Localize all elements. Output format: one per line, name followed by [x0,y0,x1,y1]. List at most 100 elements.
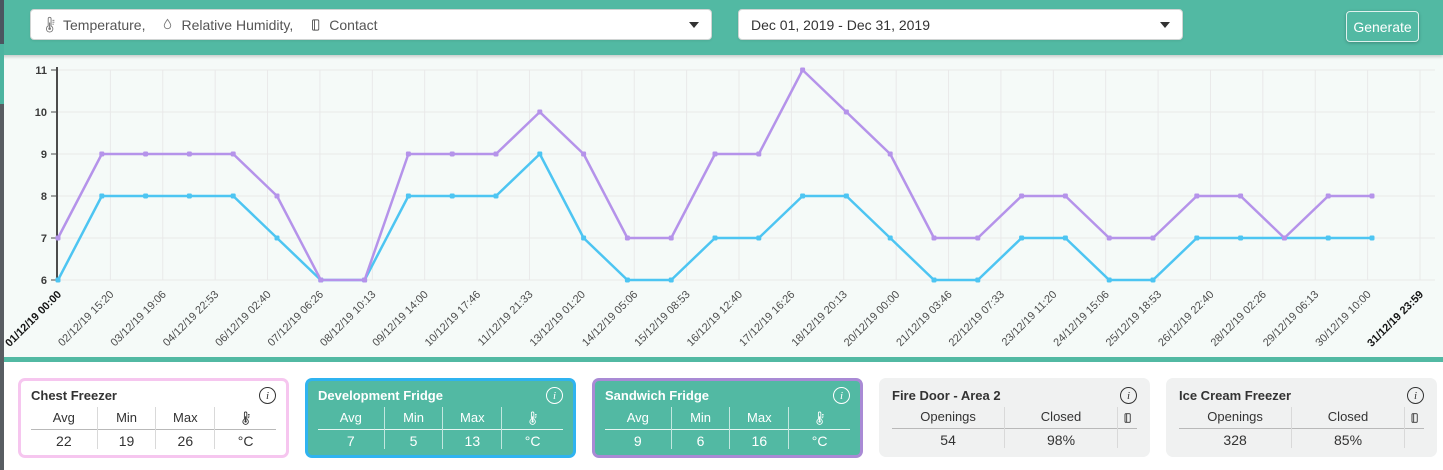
chevron-down-icon [689,22,699,28]
value-unit [1117,428,1137,448]
svg-text:8: 8 [41,191,47,203]
svg-text:18/12/19 20:13: 18/12/19 20:13 [789,289,849,349]
svg-text:28/12/19 02:26: 28/12/19 02:26 [1209,289,1269,349]
card-development-fridge: Development Fridge i Avg Min Max 7 [305,378,576,458]
card-stats-table: Avg Min Max 22 19 26 °C [31,407,276,449]
card-stats-table: Avg Min Max 7 5 13 °C [318,407,563,449]
line-chart: 6789101101/12/19 00:0002/12/19 15:2003/1… [0,55,1443,357]
col-openings: Openings [1179,407,1292,428]
svg-text:08/12/19 10:13: 08/12/19 10:13 [318,289,378,349]
value-closed: 98% [1005,428,1118,448]
sensor-select-dropdown[interactable]: Temperature, Relative Humidity, Contact [30,9,712,40]
sensor-contact: Contact [309,17,377,33]
card-stats-table: Openings Closed 328 85% [1179,407,1424,448]
value-avg: 22 [31,429,97,449]
value-closed: 85% [1292,428,1405,448]
value-min: 19 [97,429,156,449]
value-unit: °C [502,429,563,449]
value-unit: °C [789,429,850,449]
contact-icon [309,17,322,33]
svg-text:11: 11 [35,65,47,77]
card-title: Ice Cream Freezer [1179,388,1291,403]
svg-text:23/12/19 11:20: 23/12/19 11:20 [1000,289,1060,349]
svg-text:14/12/19 05:06: 14/12/19 05:06 [580,289,640,349]
contact-icon [1117,407,1137,428]
svg-text:20/12/19 00:00: 20/12/19 00:00 [842,289,902,349]
col-avg: Avg [318,407,384,429]
svg-text:06/12/19 02:40: 06/12/19 02:40 [213,289,273,349]
card-ice-cream-freezer: Ice Cream Freezer i Openings Closed 328 … [1166,378,1437,457]
sensor-temperature: Temperature, [43,15,145,34]
svg-text:09/12/19 14:00: 09/12/19 14:00 [370,289,430,349]
value-avg: 7 [318,429,384,449]
col-closed: Closed [1292,407,1405,428]
sensor-humidity: Relative Humidity, [161,17,293,33]
card-title: Sandwich Fridge [605,388,709,403]
card-stats-table: Openings Closed 54 98% [892,407,1137,448]
col-max: Max [156,407,215,429]
value-unit [1404,428,1424,448]
svg-text:22/12/19 07:33: 22/12/19 07:33 [947,289,1007,349]
col-min: Min [671,407,730,429]
toolbar: Temperature, Relative Humidity, Contact … [0,0,1443,55]
value-max: 13 [443,429,502,449]
value-avg: 9 [605,429,671,449]
card-fire-door-area-2: Fire Door - Area 2 i Openings Closed 54 … [879,378,1150,457]
value-unit: °C [215,429,276,449]
col-avg: Avg [605,407,671,429]
svg-text:31/12/19 23:59: 31/12/19 23:59 [1365,289,1426,350]
svg-text:7: 7 [41,233,47,245]
left-edge-teal-segment [0,44,4,104]
card-title: Fire Door - Area 2 [892,388,1001,403]
svg-text:25/12/19 18:53: 25/12/19 18:53 [1104,289,1164,349]
line-chart-panel: 6789101101/12/19 00:0002/12/19 15:2003/1… [0,55,1443,357]
svg-text:17/12/19 16:26: 17/12/19 16:26 [737,289,797,349]
value-min: 5 [384,429,443,449]
value-openings: 54 [892,428,1005,448]
svg-text:10: 10 [35,107,47,119]
thermometer-icon [215,407,276,429]
svg-text:13/12/19 01:20: 13/12/19 01:20 [528,289,588,349]
summary-cards-row: Chest Freezer i Avg Min Max 22 [0,362,1443,470]
col-closed: Closed [1005,407,1118,428]
svg-text:10/12/19 17:46: 10/12/19 17:46 [423,289,483,349]
svg-text:02/12/19 15:20: 02/12/19 15:20 [56,289,116,349]
col-avg: Avg [31,407,97,429]
generate-button[interactable]: Generate [1346,11,1419,42]
droplet-icon [161,17,174,32]
value-max: 16 [730,429,789,449]
svg-text:11/12/19 21:33: 11/12/19 21:33 [476,289,536,349]
svg-text:21/12/19 03:46: 21/12/19 03:46 [894,289,954,349]
svg-text:24/12/19 15:06: 24/12/19 15:06 [1051,289,1111,349]
info-icon[interactable]: i [546,387,563,404]
svg-text:16/12/19 12:40: 16/12/19 12:40 [685,289,745,349]
card-title: Chest Freezer [31,388,117,403]
left-edge-dark-segment [0,0,4,44]
left-edge-strip [0,0,4,470]
chevron-down-icon [1160,22,1170,28]
value-max: 26 [156,429,215,449]
contact-icon [1404,407,1424,428]
svg-text:9: 9 [41,149,47,161]
svg-text:30/12/19 10:00: 30/12/19 10:00 [1313,289,1373,349]
date-range-dropdown[interactable]: Dec 01, 2019 - Dec 31, 2019 [738,9,1183,40]
svg-text:03/12/19 19:06: 03/12/19 19:06 [108,289,168,349]
sensor-humidity-label: Relative Humidity, [181,17,293,33]
col-min: Min [384,407,443,429]
thermometer-icon [789,407,850,429]
col-max: Max [730,407,789,429]
svg-text:07/12/19 06:26: 07/12/19 06:26 [266,289,326,349]
info-icon[interactable]: i [833,387,850,404]
thermometer-icon [502,407,563,429]
svg-text:15/12/19 08:53: 15/12/19 08:53 [632,289,692,349]
info-icon[interactable]: i [1120,387,1137,404]
value-min: 6 [671,429,730,449]
svg-text:29/12/19 06:13: 29/12/19 06:13 [1261,289,1321,349]
col-max: Max [443,407,502,429]
col-openings: Openings [892,407,1005,428]
left-edge-gray-segment [0,104,4,470]
info-icon[interactable]: i [1407,387,1424,404]
sensor-temperature-label: Temperature, [63,17,145,33]
svg-text:04/12/19 22:53: 04/12/19 22:53 [161,289,221,349]
info-icon[interactable]: i [259,387,276,404]
